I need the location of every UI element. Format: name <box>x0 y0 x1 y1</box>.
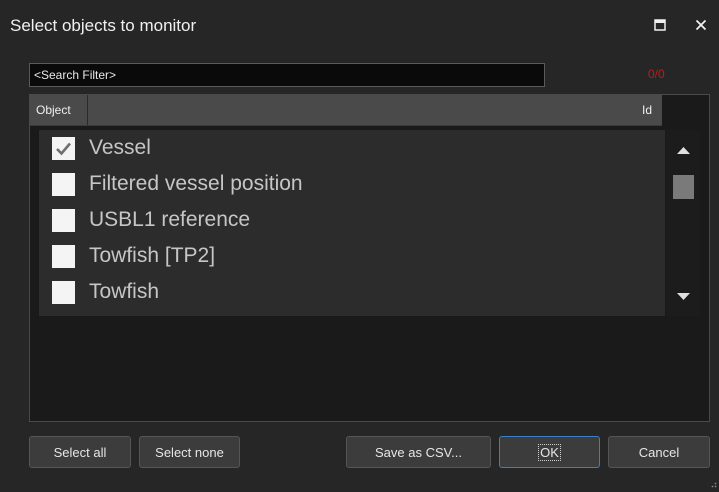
list-item-label: Towfish <box>89 280 160 303</box>
scroll-down-icon[interactable] <box>677 293 690 301</box>
column-header-id[interactable]: Id <box>642 95 652 125</box>
select-all-button[interactable]: Select all <box>29 436 131 468</box>
list-scrollbar[interactable] <box>666 130 700 316</box>
scroll-up-icon[interactable] <box>677 146 690 154</box>
list-item-filtered-vessel-position[interactable]: Filtered vessel position <box>39 166 665 202</box>
save-as-csv-button[interactable]: Save as CSV... <box>346 436 491 468</box>
match-counter: 0/0 <box>648 67 665 81</box>
ok-button[interactable]: OK <box>499 436 600 468</box>
list-item-vessel[interactable]: Vessel <box>39 130 665 166</box>
list-header: Object Id <box>30 95 662 126</box>
ok-label: OK <box>538 443 561 461</box>
list-item-towfish[interactable]: Towfish <box>39 274 665 310</box>
checkbox-towfish-tp2[interactable] <box>52 244 75 268</box>
maximize-button[interactable] <box>642 8 678 42</box>
resize-grip-icon[interactable] <box>709 480 717 488</box>
cancel-button[interactable]: Cancel <box>608 436 710 468</box>
checkbox-towfish[interactable] <box>52 280 75 304</box>
list-item-label: Vessel <box>89 136 151 159</box>
list-item-label: Filtered vessel position <box>89 172 303 195</box>
title-bar: Select objects to monitor <box>0 0 719 50</box>
list-item-label: USBL1 reference <box>89 208 251 231</box>
window-title: Select objects to monitor <box>10 16 197 35</box>
checkmark-icon <box>56 142 71 155</box>
list-item-towfish-tp2[interactable]: Towfish [TP2] <box>39 238 665 274</box>
list-item-label: Towfish [TP2] <box>89 244 216 267</box>
scrollbar-thumb[interactable] <box>673 175 694 199</box>
search-filter-input[interactable] <box>29 63 545 87</box>
close-icon <box>695 19 707 31</box>
object-list: Object Id Vessel Filtered vessel positio… <box>29 94 710 422</box>
checkbox-vessel[interactable] <box>52 136 75 160</box>
close-button[interactable] <box>683 8 719 42</box>
maximize-icon <box>654 19 666 31</box>
header-corner <box>662 95 709 125</box>
checkbox-filtered-vessel-position[interactable] <box>52 172 75 196</box>
list-item-usbl1-reference[interactable]: USBL1 reference <box>39 202 665 238</box>
checkbox-usbl1-reference[interactable] <box>52 208 75 232</box>
list-rows: Vessel Filtered vessel position USBL1 re… <box>39 130 665 316</box>
column-header-object[interactable]: Object <box>30 95 88 125</box>
select-none-button[interactable]: Select none <box>139 436 240 468</box>
